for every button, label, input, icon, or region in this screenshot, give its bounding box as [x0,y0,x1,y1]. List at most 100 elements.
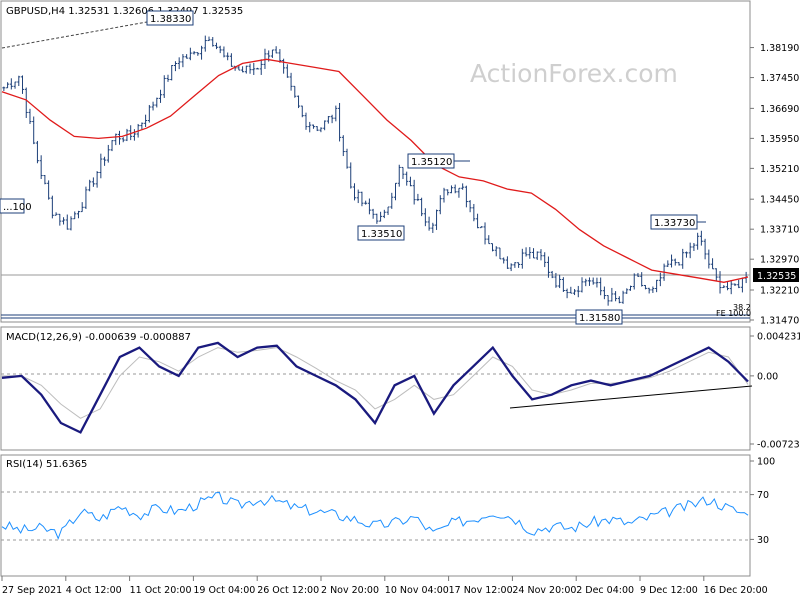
price-bar [166,74,170,82]
x-tick-label: 2 Nov 20:00 [321,585,379,596]
macd-header: MACD(12,26,9) -0.000639 -0.000887 [6,332,191,343]
price-bar [173,61,177,72]
price-bar [330,114,334,124]
price-bar [211,37,215,47]
price-bar [147,104,151,123]
price-bar [468,200,472,213]
price-tick-label: 1.32210 [760,286,799,297]
price-bar [479,226,483,229]
price-bar [244,65,248,74]
price-bar [449,185,453,194]
price-label: 1.31580 [575,309,623,325]
price-bar [375,213,379,224]
price-tick-label: 1.34450 [760,195,799,206]
price-bar [423,208,427,227]
price-bar [453,184,457,194]
price-bar [259,59,263,75]
price-bar [270,49,274,58]
price-bar [643,284,647,290]
price-bar [6,82,10,89]
price-bar [584,278,588,287]
price-bar [155,97,159,108]
price-bar [476,213,480,229]
price-bar [200,45,204,60]
price-bar [591,277,595,285]
price-bar [576,285,580,298]
price-bar [427,216,431,231]
price-bar [364,200,368,205]
price-bar [535,251,539,260]
price-bar [543,252,547,268]
x-tick-label: 16 Dec 20:00 [704,585,768,596]
price-bar [367,198,371,215]
price-bar [110,140,114,152]
price-bar [349,162,353,189]
trend-line [1,19,159,49]
price-bar [334,105,338,122]
price-bar [420,197,424,217]
price-bar [684,251,688,258]
x-tick-label: 27 Sep 2021 [2,585,62,596]
price-bar [487,235,491,245]
price-bar [729,280,733,295]
price-bar [229,53,233,67]
price-bar [293,85,297,98]
price-bar [561,277,565,293]
price-bar [602,286,606,300]
price-bar [91,177,95,187]
price-tick-label: 1.32970 [760,255,799,266]
price-bar [408,176,412,187]
price-bar [528,247,532,259]
price-bar [457,187,461,198]
price-bar [323,120,327,131]
price-bar [35,140,39,164]
price-bar [103,156,107,166]
price-bar [666,260,670,267]
price-bar [677,262,681,266]
price-bar [117,130,121,145]
watermark: ActionForex.com [470,59,678,88]
price-bar [256,67,260,70]
price-bar [629,285,633,291]
price-bar [569,286,573,294]
price-bar [222,46,226,58]
price-bar [28,108,32,124]
x-tick-label: 10 Nov 04:00 [385,585,449,596]
price-bar [218,45,222,54]
price-bar [722,285,726,289]
price-bar [539,249,543,261]
x-tick-label: 2 Dec 04:00 [576,585,634,596]
price-bar [151,101,155,111]
rsi-line [1,491,749,540]
price-bar [610,287,614,302]
price-bar [379,211,383,222]
price-label: 1.33730 [650,214,706,230]
price-bar [62,217,66,225]
price-bar [573,289,577,296]
price-bar [587,277,591,286]
price-bar [517,262,521,268]
price-label-text: ...100 [3,202,32,213]
price-bar [509,263,513,272]
price-bar [532,248,536,259]
price-bar [345,148,349,169]
price-bar [69,216,73,231]
macd-tick-label: -0.00723 [757,440,800,451]
price-bar [177,57,181,70]
price-bar [438,195,442,215]
price-bar [513,262,517,268]
price-bar [673,258,677,266]
rsi-y-axis: 100 70 30 [750,457,775,546]
price-bar [226,52,230,61]
price-bar [472,203,476,222]
price-bar [725,282,729,291]
price-bar [520,248,524,269]
price-bar [162,75,166,98]
price-bar [595,277,599,288]
macd-tick-label: 0.00 [757,371,778,382]
price-bar [733,283,737,286]
fibo-text-small: 38.2 [733,303,751,312]
price-bar [252,62,256,75]
price-tick-label: 1.37450 [760,73,799,84]
price-bar [390,192,394,209]
